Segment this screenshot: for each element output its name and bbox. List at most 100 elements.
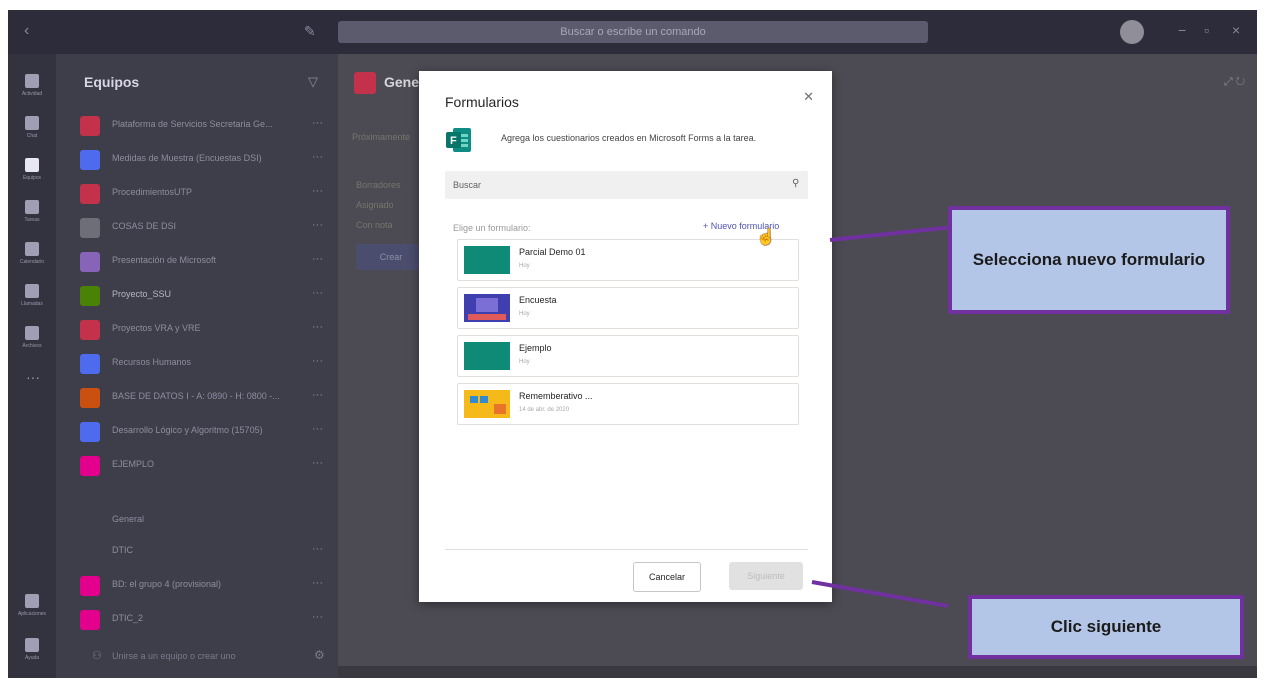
hand-cursor-icon: ☝	[756, 229, 776, 246]
more-options-icon[interactable]: ···	[312, 185, 323, 197]
search-bar[interactable]: Buscar o escribe un comando	[338, 21, 928, 43]
form-date: Hoy	[519, 263, 530, 269]
rail-item-chat[interactable]: Chat	[8, 106, 56, 148]
team-row[interactable]: ProcedimientosUTP ···	[56, 176, 338, 210]
join-team-icon: ⚇	[92, 650, 102, 662]
more-options-icon[interactable]: ···	[312, 389, 323, 401]
more-options-icon[interactable]: ···	[312, 253, 323, 265]
team-row[interactable]: Proyecto_SSU ···	[56, 278, 338, 312]
more-options-icon[interactable]: ···	[312, 611, 323, 623]
team-avatar	[80, 610, 100, 630]
team-row[interactable]: Presentación de Microsoft ···	[56, 244, 338, 278]
forms-search-input[interactable]	[445, 171, 808, 199]
files-icon	[25, 326, 39, 340]
more-apps-icon[interactable]: ···	[26, 369, 40, 385]
cancel-button[interactable]: Cancelar	[633, 562, 701, 592]
create-button[interactable]: Crear	[356, 244, 426, 270]
team-avatar	[80, 320, 100, 340]
more-options-icon[interactable]: ···	[312, 321, 323, 333]
form-card[interactable]: Parcial Demo 01 Hoy	[457, 239, 799, 281]
join-team-link[interactable]: Unirse a un equipo o crear uno	[112, 651, 236, 661]
more-options-icon[interactable]: ···	[312, 355, 323, 367]
team-avatar	[80, 354, 100, 374]
filter-icon[interactable]: ▽	[308, 74, 318, 90]
callout-click-next: Clic siguiente	[968, 595, 1244, 659]
section-graded[interactable]: Con nota	[356, 220, 393, 230]
team-row[interactable]: BD: el grupo 4 (provisional) ···	[56, 568, 338, 602]
team-avatar	[80, 456, 100, 476]
team-avatar	[80, 218, 100, 238]
team-row[interactable]: Proyectos VRA y VRE ···	[56, 312, 338, 346]
channel-general[interactable]: General	[112, 514, 144, 524]
rail-item-assignments[interactable]: Tareas	[8, 190, 56, 232]
section-assigned[interactable]: Asignado	[356, 200, 394, 210]
phone-icon	[25, 284, 39, 298]
form-thumbnail	[464, 294, 510, 322]
team-avatar	[80, 116, 100, 136]
teams-panel: Equipos ▽ Plataforma de Servicios Secret…	[56, 54, 338, 678]
team-row[interactable]: Medidas de Muestra (Encuestas DSI) ···	[56, 142, 338, 176]
callout-select-new-form: Selecciona nuevo formulario	[948, 206, 1230, 314]
section-drafts[interactable]: Borradores	[356, 180, 401, 190]
calendar-icon	[25, 242, 39, 256]
team-row[interactable]: DTIC_2 ···	[56, 602, 338, 636]
form-card[interactable]: Encuesta Hoy	[457, 287, 799, 329]
more-options-icon[interactable]: ···	[312, 577, 323, 589]
dialog-divider	[445, 549, 808, 550]
more-options-icon[interactable]: ···	[312, 287, 323, 299]
more-options-icon[interactable]: ···	[312, 219, 323, 231]
team-row[interactable]: Plataforma de Servicios Secretaria Ge...…	[56, 108, 338, 142]
forms-dialog: Formularios ✕ F Agrega los cuestionarios…	[419, 71, 832, 602]
rail-item-calendar[interactable]: Calendario	[8, 232, 56, 274]
teams-header: Equipos	[84, 74, 140, 90]
minimize-icon[interactable]: −	[1178, 22, 1186, 38]
next-button[interactable]: Siguiente	[729, 562, 803, 590]
team-row[interactable]: BASE DE DATOS I - A: 0890 - H: 0800 -...…	[56, 380, 338, 414]
team-row[interactable]: COSAS DE DSI ···	[56, 210, 338, 244]
search-icon: ⚲	[792, 178, 800, 189]
avatar[interactable]	[1120, 20, 1144, 44]
rail-item-files[interactable]: Archivos	[8, 316, 56, 358]
more-options-icon[interactable]: ···	[312, 117, 323, 129]
form-name: Rememberativo ...	[519, 391, 593, 401]
form-name: Ejemplo	[519, 343, 552, 353]
gear-icon[interactable]: ⚙	[314, 648, 325, 662]
tab-upcoming[interactable]: Próximamente	[352, 132, 410, 142]
form-thumbnail	[464, 246, 510, 274]
rail-item-teams[interactable]: Equipos	[8, 148, 56, 190]
rail-item-apps[interactable]: Aplicaciones	[8, 584, 56, 626]
rail-item-activity[interactable]: Actividad	[8, 64, 56, 106]
team-avatar	[80, 184, 100, 204]
channel-avatar	[354, 72, 376, 94]
team-row[interactable]: Desarrollo Lógico y Algoritmo (15705) ··…	[56, 414, 338, 448]
form-card[interactable]: Rememberativo ... 14 de abr. de 2020	[457, 383, 799, 425]
form-thumbnail	[464, 342, 510, 370]
teams-icon	[25, 158, 39, 172]
choose-form-label: Elige un formulario:	[453, 223, 531, 233]
team-avatar	[80, 388, 100, 408]
team-row[interactable]: Recursos Humanos ···	[56, 346, 338, 380]
team-avatar	[80, 286, 100, 306]
team-avatar	[80, 422, 100, 442]
team-avatar	[80, 542, 100, 562]
close-window-icon[interactable]: ×	[1232, 22, 1240, 38]
rail-item-calls[interactable]: Llamadas	[8, 274, 56, 316]
more-options-icon[interactable]: ···	[312, 423, 323, 435]
team-avatar	[80, 576, 100, 596]
close-icon[interactable]: ✕	[803, 89, 814, 105]
team-avatar	[80, 150, 100, 170]
expand-icon[interactable]: ⤢ ↻	[1224, 76, 1245, 89]
team-avatar	[80, 252, 100, 272]
maximize-icon[interactable]: ▫	[1204, 22, 1209, 38]
more-options-icon[interactable]: ···	[312, 457, 323, 469]
team-row[interactable]: DTIC ···	[56, 534, 338, 568]
compose-icon[interactable]: ✎	[304, 23, 322, 41]
form-card[interactable]: Ejemplo Hoy	[457, 335, 799, 377]
team-row[interactable]: EJEMPLO ···	[56, 448, 338, 482]
form-name: Encuesta	[519, 295, 557, 305]
back-arrow-icon[interactable]: ‹	[24, 22, 29, 40]
more-options-icon[interactable]: ···	[312, 543, 323, 555]
help-icon	[25, 638, 39, 652]
more-options-icon[interactable]: ···	[312, 151, 323, 163]
rail-item-help[interactable]: Ayuda	[8, 628, 56, 670]
